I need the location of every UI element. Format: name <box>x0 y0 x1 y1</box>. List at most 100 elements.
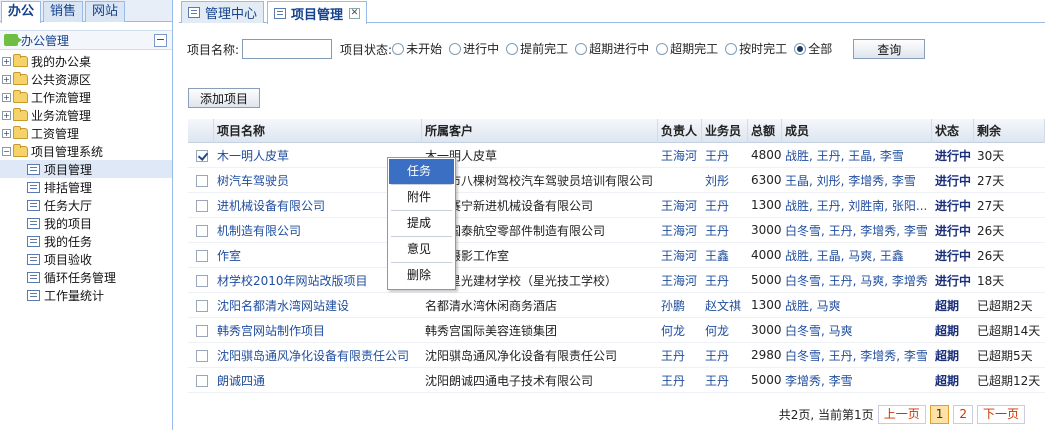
radio-icon[interactable] <box>725 42 738 55</box>
project-name-link[interactable]: 沈阳名都清水湾网站建设 <box>214 297 422 314</box>
row-checkbox[interactable] <box>196 174 208 187</box>
sales-cell[interactable]: 王丹 <box>702 222 748 239</box>
tree-item-my-projects[interactable]: 我的项目 <box>0 214 172 232</box>
members-cell[interactable]: 战胜, 王丹, 刘胜南, 张阳... <box>782 197 932 214</box>
sales-cell[interactable]: 王丹 <box>702 372 748 389</box>
header-members[interactable]: 成员 <box>782 118 932 143</box>
tab-office[interactable]: 办公 <box>1 1 42 23</box>
menu-item-task[interactable]: 任务 <box>389 159 454 184</box>
row-checkbox[interactable] <box>196 199 208 212</box>
close-icon[interactable]: ✕ <box>349 7 361 19</box>
row-checkbox[interactable] <box>196 324 208 337</box>
prev-page-button[interactable]: 上一页 <box>877 405 926 424</box>
header-remaining[interactable]: 剩余 <box>974 118 1045 143</box>
row-checkbox[interactable] <box>196 224 208 237</box>
project-name-link[interactable]: 朗诚四通 <box>214 372 422 389</box>
tab-sales[interactable]: 销售 <box>43 1 84 22</box>
next-page-button[interactable]: 下一页 <box>976 405 1025 424</box>
owner-cell[interactable]: 王海河 <box>658 272 702 289</box>
owner-cell[interactable]: 孙鹏 <box>658 297 702 314</box>
owner-cell[interactable]: 王丹 <box>658 347 702 364</box>
collapse-icon[interactable]: − <box>2 146 11 156</box>
menu-item-delete[interactable]: 删除 <box>389 263 454 288</box>
table-row[interactable]: 进机械设备有限公司沈阳赛宁新进机械设备有限公司王海河王丹13000战胜, 王丹,… <box>188 193 1045 218</box>
sales-cell[interactable]: 王丹 <box>702 197 748 214</box>
sales-cell[interactable]: 王丹 <box>702 347 748 364</box>
status-option[interactable]: 超期进行中 <box>575 40 649 57</box>
tree-item-my-tasks[interactable]: 我的任务 <box>0 232 172 250</box>
radio-icon[interactable] <box>392 42 405 55</box>
tab-management-center[interactable]: 管理中心 <box>181 1 265 23</box>
status-option[interactable]: 按时完工 <box>725 40 787 57</box>
tree-folder-workflow[interactable]: + 工作流管理 <box>0 88 172 106</box>
owner-cell[interactable]: 何龙 <box>658 322 702 339</box>
tree-folder-public[interactable]: + 公共资源区 <box>0 70 172 88</box>
table-row[interactable]: 作室 阳光摄影工作室 王海河 王鑫 4000 战胜, 王晶, 马爽, 王鑫 进行中 26天 <box>188 243 1045 268</box>
page-2-button[interactable]: 2 <box>953 405 973 424</box>
members-cell[interactable]: 白冬雪, 王丹, 李增秀, 李雪 <box>782 347 932 364</box>
menu-item-opinion[interactable]: 意见 <box>389 237 454 262</box>
members-cell[interactable]: 李增秀, 李雪 <box>782 372 932 389</box>
collapse-button[interactable]: − <box>154 33 167 47</box>
sales-cell[interactable]: 王丹 <box>702 147 748 164</box>
header-name[interactable]: 项目名称 <box>214 118 422 143</box>
sales-cell[interactable]: 王鑫 <box>702 247 748 264</box>
tab-website[interactable]: 网站 <box>85 1 126 22</box>
table-row[interactable]: 沈阳名都清水湾网站建设名都清水湾休闲商务酒店 孙鹏赵文祺13000战胜, 马爽超期… <box>188 293 1045 318</box>
sales-cell[interactable]: 刘彤 <box>702 172 748 189</box>
row-checkbox[interactable] <box>196 374 208 387</box>
radio-icon[interactable] <box>656 42 669 55</box>
expand-icon[interactable]: + <box>2 56 11 66</box>
table-row[interactable]: 朗诚四通 沈阳朗诚四通电子技术有限公司 王丹 王丹 5000 李增秀, 李雪 超期 已超期12… <box>188 368 1045 393</box>
owner-cell[interactable]: 王丹 <box>658 372 702 389</box>
owner-cell[interactable]: 王海河 <box>658 147 702 164</box>
row-checkbox[interactable] <box>196 349 208 362</box>
members-cell[interactable]: 战胜, 王丹, 王晶, 李雪 <box>782 147 932 164</box>
sales-cell[interactable]: 何龙 <box>702 322 748 339</box>
tree-item-schedule[interactable]: 排括管理 <box>0 178 172 196</box>
expand-icon[interactable]: + <box>2 110 11 120</box>
members-cell[interactable]: 白冬雪, 马爽 <box>782 322 932 339</box>
tree-item-recurring[interactable]: 循环任务管理 <box>0 268 172 286</box>
add-project-button[interactable]: 添加项目 <box>188 88 260 108</box>
expand-icon[interactable]: + <box>2 74 11 84</box>
members-cell[interactable]: 战胜, 马爽 <box>782 297 932 314</box>
row-checkbox[interactable] <box>196 274 208 287</box>
members-cell[interactable]: 战胜, 王晶, 马爽, 王鑫 <box>782 247 932 264</box>
table-row[interactable]: 树汽车驾驶员 沈阳市八棵树驾校汽车驾驶员培训有限公司 刘彤 6300 王晶, 刘彤, 李… <box>188 168 1045 193</box>
status-option[interactable]: 全部 <box>794 40 832 57</box>
tree-folder-project[interactable]: − 项目管理系统 <box>0 142 172 160</box>
members-cell[interactable]: 王晶, 刘彤, 李增秀, 李雪 <box>782 172 932 189</box>
project-name-link[interactable]: 沈阳骐岛通风净化设备有限责任公司 <box>214 347 422 364</box>
radio-icon[interactable] <box>506 42 519 55</box>
owner-cell[interactable]: 王海河 <box>658 247 702 264</box>
owner-cell[interactable]: 王海河 <box>658 197 702 214</box>
table-row[interactable]: 材学校2010年网站改版项目 沈阳星光建材学校（星光技工学校） 王海河 王丹 5000 白… <box>188 268 1045 293</box>
expand-icon[interactable]: + <box>2 128 11 138</box>
status-option[interactable]: 未开始 <box>392 40 442 57</box>
members-cell[interactable]: 白冬雪, 王丹, 李增秀, 李雪 <box>782 222 932 239</box>
project-name-link[interactable]: 韩秀宫网站制作项目 <box>214 322 422 339</box>
query-button[interactable]: 查询 <box>853 39 926 59</box>
radio-icon[interactable] <box>794 42 807 55</box>
sales-cell[interactable]: 王丹 <box>702 272 748 289</box>
members-cell[interactable]: 白冬雪, 王丹, 马爽, 李增秀 <box>782 272 932 289</box>
radio-icon[interactable] <box>575 42 588 55</box>
sales-cell[interactable]: 赵文祺 <box>702 297 748 314</box>
status-option[interactable]: 进行中 <box>449 40 499 57</box>
tree-folder-desk[interactable]: + 我的办公桌 <box>0 52 172 70</box>
tree-item-acceptance[interactable]: 项目验收 <box>0 250 172 268</box>
tab-project-management[interactable]: 项目管理 ✕ <box>267 1 368 24</box>
radio-icon[interactable] <box>449 42 462 55</box>
table-row[interactable]: 沈阳骐岛通风净化设备有限责任公司 沈阳骐岛通风净化设备有限责任公司 王丹 王丹 2980… <box>188 343 1045 368</box>
header-amount[interactable]: 总额 <box>748 118 782 143</box>
header-status[interactable]: 状态 <box>932 118 974 143</box>
page-1-button[interactable]: 1 <box>929 405 950 424</box>
menu-item-attachment[interactable]: 附件 <box>389 185 454 210</box>
row-checkbox[interactable] <box>196 149 208 162</box>
tree-item-project-mgmt[interactable]: 项目管理 <box>0 160 172 178</box>
owner-cell[interactable]: 王海河 <box>658 222 702 239</box>
expand-icon[interactable]: + <box>2 92 11 102</box>
table-row[interactable]: 木一明人皮草 木一明人皮草 王海河 王丹 4800 战胜, 王丹, 王晶, 李雪 进行中 30… <box>188 143 1045 168</box>
header-owner[interactable]: 负责人 <box>658 118 702 143</box>
